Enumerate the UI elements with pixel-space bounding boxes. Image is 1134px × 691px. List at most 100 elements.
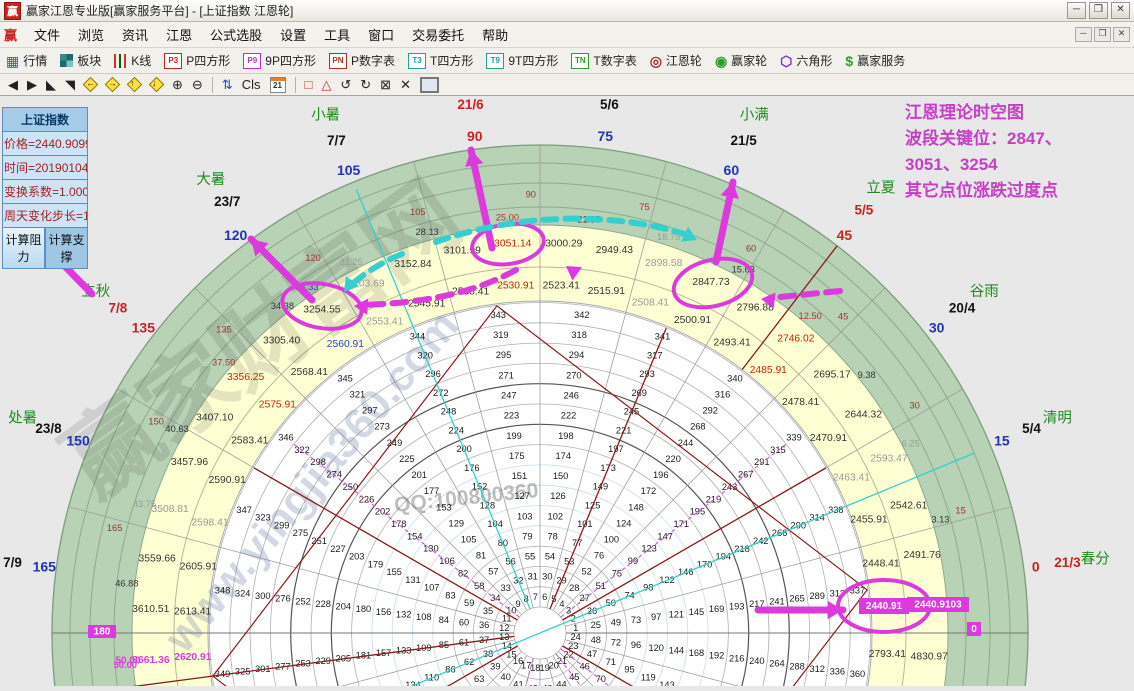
toolbar-button-P四方形[interactable]: P3P四方形 bbox=[164, 52, 230, 69]
wheel-label: 198 bbox=[558, 431, 574, 441]
page-right-button[interactable]: ▶ bbox=[27, 76, 37, 94]
rect-tool-button[interactable]: □ bbox=[305, 76, 313, 94]
menu-item-窗口[interactable]: 窗口 bbox=[359, 22, 403, 47]
grid-box-button[interactable]: ⊠ bbox=[380, 76, 391, 94]
mdi-control-button[interactable]: ─ bbox=[1075, 27, 1092, 42]
wheel-label: 240 bbox=[749, 656, 765, 666]
calendar-button[interactable]: 21 bbox=[270, 77, 286, 93]
kline-icon bbox=[114, 54, 127, 68]
wheel-label: 30 bbox=[542, 572, 552, 582]
toolbar-button-板块[interactable]: 板块 bbox=[60, 52, 101, 69]
shift-up-button[interactable]: ↑ bbox=[128, 78, 141, 91]
wheel-label: 203 bbox=[349, 552, 365, 562]
menu-item-设置[interactable]: 设置 bbox=[271, 22, 315, 47]
mdi-control-button[interactable]: ❒ bbox=[1094, 27, 1111, 42]
wheel-label: 20/4 bbox=[949, 301, 976, 316]
mdi-control-button[interactable]: ✕ bbox=[1113, 27, 1130, 42]
wheel-label: 40 bbox=[501, 672, 511, 682]
wheel-label: 2613.41 bbox=[174, 606, 211, 617]
shift-left-button[interactable]: ← bbox=[84, 78, 97, 91]
triangle-tool-button[interactable]: △ bbox=[321, 76, 331, 94]
toolbar-button-赢家轮[interactable]: ◉赢家轮 bbox=[715, 52, 767, 69]
wheel-label: 3610.51 bbox=[132, 604, 169, 615]
cls-button[interactable]: Cls bbox=[242, 76, 261, 94]
wheel-label: 90 bbox=[467, 128, 483, 144]
shift-down-button[interactable]: ↓ bbox=[150, 78, 163, 91]
wheel-label: 130 bbox=[423, 544, 439, 554]
menu-item-交易委托[interactable]: 交易委托 bbox=[403, 22, 473, 47]
toolbar-button-label: 六角形 bbox=[796, 52, 832, 69]
button-计算支撑[interactable]: 计算支撑 bbox=[45, 228, 88, 269]
mdi-window-controls: ─❒✕ bbox=[1075, 27, 1130, 42]
wheel-label: 3305.40 bbox=[263, 336, 300, 347]
wheel-label: 12.50 bbox=[799, 311, 822, 321]
mark-down-button[interactable]: ◥ bbox=[65, 76, 75, 94]
toolbar-button-江恩轮[interactable]: ◎江恩轮 bbox=[650, 52, 702, 69]
window-control-button[interactable]: ✕ bbox=[1111, 2, 1130, 19]
wheel-label: 100 bbox=[604, 534, 620, 544]
scale-button[interactable]: ⇅ bbox=[222, 76, 233, 94]
screen-button[interactable] bbox=[420, 77, 439, 93]
wheel-label: 71 bbox=[606, 657, 616, 667]
9t-square-icon: T9 bbox=[486, 53, 504, 69]
9p-square-icon: P9 bbox=[243, 53, 261, 69]
wheel-label: 46.88 bbox=[115, 579, 138, 589]
wheel-label: 168 bbox=[689, 648, 705, 658]
resize-button[interactable]: ✕ bbox=[400, 76, 411, 94]
wheel-label: 145 bbox=[689, 607, 705, 617]
blocks-icon bbox=[60, 54, 73, 67]
wheel-label: 81 bbox=[476, 551, 486, 561]
wheel-label: 275 bbox=[293, 528, 309, 538]
toolbar-button-P数字表[interactable]: PNP数字表 bbox=[329, 52, 395, 69]
toolbar-button-K线[interactable]: K线 bbox=[114, 52, 151, 69]
wheel-label: 148 bbox=[628, 502, 644, 512]
shift-right-button[interactable]: → bbox=[106, 78, 119, 91]
wheel-label: 35 bbox=[483, 606, 493, 616]
toolbar-button-9P四方形[interactable]: P99P四方形 bbox=[243, 52, 316, 69]
menu-item-江恩[interactable]: 江恩 bbox=[157, 22, 201, 47]
wheel-label: 312 bbox=[809, 664, 825, 674]
menu-item-工具[interactable]: 工具 bbox=[315, 22, 359, 47]
button-计算阻力[interactable]: 计算阻力 bbox=[2, 228, 45, 269]
menu-item-资讯[interactable]: 资讯 bbox=[113, 22, 157, 47]
window-control-button[interactable]: ─ bbox=[1067, 2, 1086, 19]
wheel-label: 44 bbox=[556, 679, 566, 686]
parameter-row: 价格=2440.9099 bbox=[2, 132, 88, 156]
wheel-label: 175 bbox=[509, 451, 525, 461]
wheel-label: 6 bbox=[542, 592, 547, 602]
wheel-label: 39 bbox=[490, 662, 500, 672]
wheel-label: 178 bbox=[391, 519, 407, 529]
wheel-label: 154 bbox=[407, 531, 423, 541]
menu-item-文件[interactable]: 文件 bbox=[25, 22, 69, 47]
toolbar-button-行情[interactable]: ▦行情 bbox=[6, 52, 47, 69]
wheel-label: 299 bbox=[274, 520, 290, 530]
wheel-label: 126 bbox=[550, 491, 566, 501]
service-icon: $ bbox=[845, 53, 853, 69]
toolbar-button-六角形[interactable]: ⬡六角形 bbox=[780, 52, 832, 69]
toolbar-button-T数字表[interactable]: TNT数字表 bbox=[571, 52, 636, 69]
toolbar-button-T四方形[interactable]: T3T四方形 bbox=[408, 52, 473, 69]
wheel-label: 247 bbox=[501, 390, 517, 400]
toolbar-button-9T四方形[interactable]: T99T四方形 bbox=[486, 52, 558, 69]
wheel-label: 324 bbox=[235, 588, 251, 598]
rotate-cw-button[interactable]: ↻ bbox=[360, 76, 371, 94]
wheel-label: 90 bbox=[526, 190, 536, 200]
wheel-label: 0 bbox=[1032, 558, 1040, 574]
toolbar-button-赢家服务[interactable]: $赢家服务 bbox=[845, 52, 905, 69]
wheel-label: 83 bbox=[445, 590, 455, 600]
wheel-label: 清明 bbox=[1043, 410, 1072, 427]
page-left-button[interactable]: ◀ bbox=[8, 76, 18, 94]
zoom-out-button[interactable]: ⊖ bbox=[192, 76, 203, 94]
zoom-in-button[interactable]: ⊕ bbox=[172, 76, 183, 94]
wheel-label: 0 bbox=[971, 624, 977, 635]
wheel-label: 2644.32 bbox=[845, 410, 882, 421]
wheel-label: 2560.91 bbox=[327, 339, 364, 350]
menu-item-公式选股[interactable]: 公式选股 bbox=[201, 22, 271, 47]
mark-up-button[interactable]: ◣ bbox=[46, 76, 56, 94]
rotate-ccw-button[interactable]: ↺ bbox=[340, 76, 351, 94]
note-line: 其它点位涨跌过度点 bbox=[905, 178, 1133, 204]
menu-item-浏览[interactable]: 浏览 bbox=[69, 22, 113, 47]
window-control-button[interactable]: ❒ bbox=[1089, 2, 1108, 19]
wheel-label: 45 bbox=[838, 311, 848, 321]
menu-item-帮助[interactable]: 帮助 bbox=[473, 22, 517, 47]
